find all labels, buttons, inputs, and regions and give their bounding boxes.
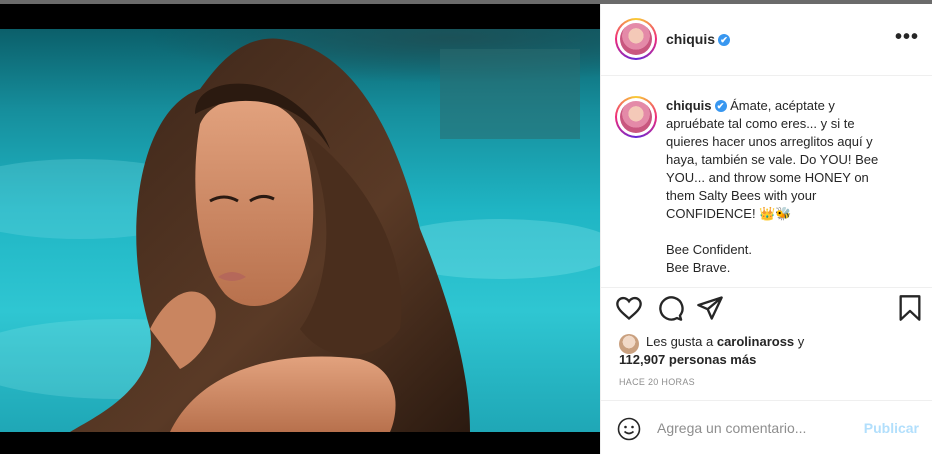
post-timestamp[interactable]: HACE 20 HORAS [619, 377, 695, 387]
username-link[interactable]: chiquis ✔ [666, 31, 731, 47]
likes-count-link[interactable]: 112,907 personas más [619, 352, 756, 367]
caption-line: Bee Confident. [666, 242, 753, 257]
caption-text: chiquis ✔ Ámate, acéptate y apruébate tal… [666, 97, 926, 277]
photo-illustration [0, 29, 600, 432]
caption-avatar[interactable] [615, 96, 657, 138]
caption-line: Bee Brave. [666, 260, 731, 275]
post-sidebar: chiquis ✔ ••• chiquis ✔ Ámate, acéptate y … [600, 4, 932, 454]
caption-line: quieres hacer unos arreglitos aquí y [666, 134, 873, 149]
comment-bar: Publicar [601, 400, 932, 454]
likes-summary: Les gusta a carolinaross y 112,907 perso… [619, 334, 919, 370]
action-bar [601, 294, 932, 330]
caption-line: Ámate, acéptate y [730, 98, 835, 113]
verified-badge-icon: ✔ [714, 100, 727, 112]
caption-line: YOU... and throw some HONEY on [666, 170, 869, 185]
comment-icon[interactable] [656, 294, 684, 322]
caption-username-link[interactable]: chiquis ✔ [666, 98, 727, 113]
heart-icon[interactable] [615, 294, 643, 322]
post-photo[interactable] [0, 29, 600, 432]
liker-avatar[interactable] [619, 334, 639, 354]
avatar[interactable] [615, 18, 657, 60]
caption-line: haya, también se vale. Do YOU! Bee [666, 152, 879, 167]
caption: chiquis ✔ Ámate, acéptate y apruébate tal… [601, 76, 932, 288]
liker-username-link[interactable]: carolinaross [717, 334, 794, 349]
bookmark-icon[interactable] [896, 294, 924, 322]
caption-line: them Salty Bees with your [666, 188, 817, 203]
comment-input[interactable] [657, 418, 857, 438]
caption-line: apruébate tal como eres... y si te [666, 116, 855, 131]
caption-line: CONFIDENCE! 👑🐝 [666, 206, 792, 221]
smiley-icon[interactable] [617, 417, 641, 441]
post-header: chiquis ✔ ••• [601, 4, 932, 76]
post-media[interactable] [0, 4, 600, 454]
verified-badge-icon: ✔ [718, 34, 731, 46]
more-options-icon[interactable]: ••• [895, 26, 919, 49]
paper-plane-icon[interactable] [696, 294, 724, 322]
publish-button[interactable]: Publicar [864, 420, 919, 436]
likes-line: Les gusta a carolinaross y [646, 334, 805, 349]
